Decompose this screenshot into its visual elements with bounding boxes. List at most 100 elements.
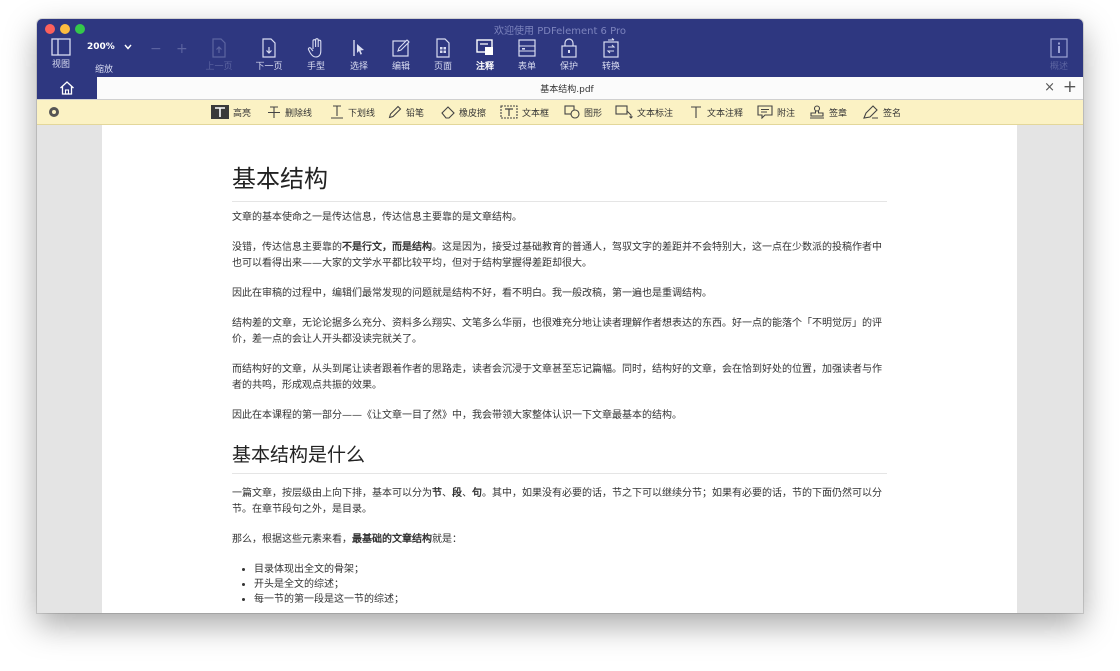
eraser-label: 橡皮擦	[459, 108, 487, 119]
text-comment-label: 文本注释	[707, 108, 744, 119]
text-callout-tool[interactable]: 文本标注	[615, 104, 673, 120]
page-content: 基本结构 文章的基本使命之一是传达信息，传达信息主要靠的是文章结构。 没错，传达…	[232, 163, 887, 607]
paragraph-2-text: 没错，传达信息主要靠的	[232, 242, 342, 253]
form-button[interactable]: 表单	[507, 38, 547, 72]
bullet-list: 目录体现出全文的骨架； 开头是全文的综述； 每一节的第一段是这一节的综述；	[232, 562, 887, 607]
next-page-label: 下一页	[255, 62, 283, 72]
underline-label: 下划线	[348, 108, 376, 119]
strikethrough-icon	[268, 106, 280, 118]
heading-2: 基本结构是什么	[232, 442, 887, 474]
page-button[interactable]: 页面	[423, 38, 463, 72]
settings-gear-icon[interactable]	[49, 107, 59, 117]
window-title: 欢迎使用 PDFelement 6 Pro	[494, 26, 626, 37]
paragraph-2-bold: 不是行文，而是结构	[342, 242, 432, 253]
paragraph-3: 因此在审稿的过程中，编辑们最常发现的问题就是结构不好，看不明白。我一般改稿，第一…	[232, 288, 712, 299]
underline-tool[interactable]: 下划线	[330, 104, 375, 120]
document-viewer[interactable]: 基本结构 文章的基本使命之一是传达信息，传达信息主要靠的是文章结构。 没错，传达…	[37, 125, 1083, 613]
eraser-icon	[441, 106, 455, 119]
textbox-tool[interactable]: 文本框	[500, 104, 549, 120]
paragraph-2: 没错，传达信息主要靠的不是行文，而是结构。这是因为，接受过基础教育的普通人，驾驭…	[232, 240, 887, 272]
list-item: 目录体现出全文的骨架；	[254, 562, 887, 577]
view-label: 视图	[51, 60, 70, 70]
highlight-label: 高亮	[233, 108, 252, 119]
next-page-button[interactable]: 下一页	[249, 38, 289, 72]
pencil-icon	[388, 105, 402, 119]
hand-icon	[307, 38, 322, 58]
paragraph-8-bold: 最基础的文章结构	[352, 534, 432, 545]
paragraph-7-text: 一篇文章，按层级由上向下排，基本可以分为	[232, 488, 432, 499]
paragraph-4: 结构差的文章，无论论据多么充分、资料多么翔实、文笔多么华丽，也很难充分地让读者理…	[232, 318, 882, 345]
protect-label: 保护	[559, 62, 578, 72]
info-button[interactable]: 概述	[1039, 38, 1079, 72]
tab-bar: 基本结构.pdf × +	[37, 77, 1083, 100]
shape-label: 图形	[584, 108, 603, 119]
zoom-select[interactable]: 200%	[87, 42, 137, 58]
signature-pen-icon	[863, 105, 878, 119]
text-callout-icon	[615, 105, 633, 119]
comment-label: 注释	[475, 62, 494, 72]
zoom-value: 200%	[87, 42, 115, 52]
paragraph-6: 因此在本课程的第一部分——《让文章一目了然》中，我会带领大家整体认识一下文章最基…	[232, 410, 682, 421]
term-sentence: 句	[472, 488, 482, 499]
page-up-icon	[212, 38, 226, 58]
pdf-page: 基本结构 文章的基本使命之一是传达信息，传达信息主要靠的是文章结构。 没错，传达…	[102, 125, 1017, 613]
note-icon	[757, 105, 773, 119]
view-button[interactable]: 视图	[41, 38, 81, 70]
comment-button[interactable]: 注释	[465, 38, 505, 72]
text-callout-label: 文本标注	[637, 108, 674, 119]
document-tab-title[interactable]: 基本结构.pdf	[97, 82, 1037, 95]
info-icon	[1050, 38, 1068, 58]
shape-tool[interactable]: 图形	[564, 104, 602, 120]
paragraph-8: 那么，根据这些元素来看，最基础的文章结构就是：	[232, 532, 887, 548]
separator: 、	[462, 488, 472, 499]
paragraph-5: 而结构好的文章，从头到尾让读者跟着作者的思路走，读者会沉浸于文章甚至忘记篇幅。同…	[232, 364, 882, 391]
paragraph-7: 一篇文章，按层级由上向下排，基本可以分为节、段、句。其中，如果没有必要的话，节之…	[232, 486, 887, 518]
prev-page-button[interactable]: 上一页	[199, 38, 239, 72]
eraser-tool[interactable]: 橡皮擦	[441, 104, 486, 120]
edit-pencil-icon	[392, 39, 410, 57]
text-comment-tool[interactable]: 文本注释	[689, 104, 743, 120]
zoom-in-button[interactable]: +	[176, 41, 188, 57]
strikethrough-tool[interactable]: 删除线	[267, 104, 312, 120]
signature-tool[interactable]: 签名	[863, 104, 901, 120]
convert-button[interactable]: 转换	[591, 38, 631, 72]
convert-label: 转换	[601, 62, 620, 72]
heading-1: 基本结构	[232, 163, 887, 202]
zoom-label: 缩放	[95, 65, 114, 75]
sidebar-icon	[51, 38, 71, 56]
paragraph-1: 文章的基本使命之一是传达信息，传达信息主要靠的是文章结构。	[232, 212, 522, 223]
form-icon	[518, 39, 536, 57]
protect-button[interactable]: 保护	[549, 38, 589, 72]
select-tool-button[interactable]: 选择	[339, 38, 379, 72]
annotation-toolbar: 高亮 删除线 下划线 铅笔 橡皮擦 文本框 图形 文本标注 文本注释 附注 签章…	[37, 100, 1083, 125]
highlight-tool[interactable]: 高亮	[211, 104, 251, 120]
pencil-tool[interactable]: 铅笔	[388, 104, 424, 120]
form-label: 表单	[517, 62, 536, 72]
new-tab-button[interactable]: +	[1063, 77, 1077, 97]
page-label: 页面	[433, 62, 452, 72]
edit-button[interactable]: 编辑	[381, 38, 421, 72]
list-item: 每一节的第一段是这一节的综述；	[254, 592, 887, 607]
list-item: 开头是全文的综述；	[254, 577, 887, 592]
chevron-down-icon	[124, 44, 132, 50]
paragraph-8-text: 那么，根据这些元素来看，	[232, 534, 352, 545]
stamp-tool[interactable]: 签章	[809, 104, 847, 120]
zoom-out-button[interactable]: −	[150, 41, 162, 57]
separator: 、	[442, 488, 452, 499]
strikethrough-label: 删除线	[285, 108, 313, 119]
signature-label: 签名	[883, 108, 902, 119]
app-window: 欢迎使用 PDFelement 6 Pro 视图 200% 缩放 − + 上一页…	[37, 19, 1083, 613]
textbox-icon	[500, 105, 518, 119]
info-label: 概述	[1049, 62, 1068, 72]
close-tab-button[interactable]: ×	[1044, 80, 1055, 95]
home-tab[interactable]	[37, 77, 97, 99]
edit-label: 编辑	[391, 62, 410, 72]
main-toolbar: 欢迎使用 PDFelement 6 Pro 视图 200% 缩放 − + 上一页…	[37, 19, 1083, 77]
convert-icon	[603, 38, 619, 58]
prev-page-label: 上一页	[205, 62, 233, 72]
note-tool[interactable]: 附注	[757, 104, 795, 120]
hand-tool-button[interactable]: 手型	[296, 38, 336, 72]
underline-icon	[331, 105, 343, 119]
pencil-label: 铅笔	[406, 108, 425, 119]
note-label: 附注	[777, 108, 796, 119]
